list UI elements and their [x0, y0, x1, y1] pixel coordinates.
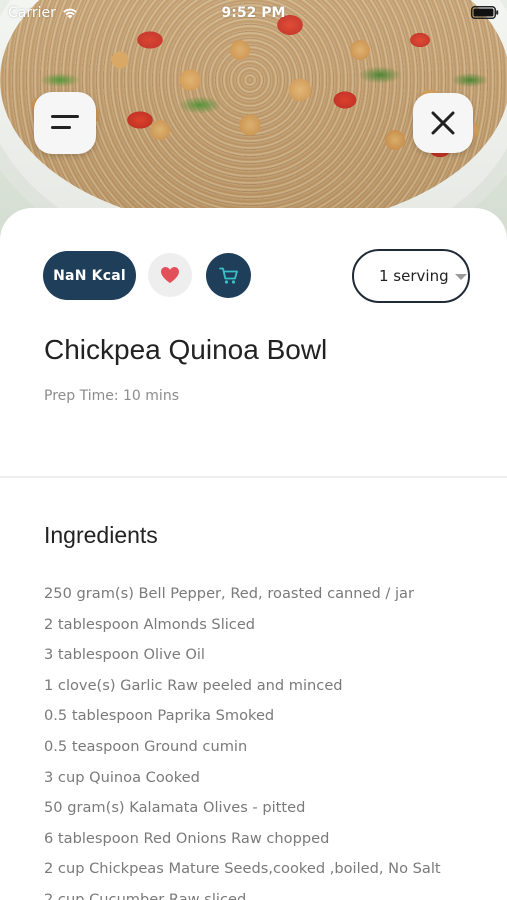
serving-value: 1 serving [379, 267, 449, 285]
ingredient-item: 2 tablespoon Almonds Sliced [44, 615, 256, 633]
ingredient-item: 3 cup Quinoa Cooked [44, 768, 200, 786]
section-divider [0, 476, 507, 478]
cart-icon [218, 267, 238, 284]
chevron-down-icon [454, 274, 467, 280]
recipe-title: Chickpea Quinoa Bowl [44, 334, 328, 365]
ingredient-item: 50 gram(s) Kalamata Olives - pitted [44, 799, 306, 817]
ingredient-item: 250 gram(s) Bell Pepper, Red, roasted ca… [44, 585, 414, 602]
favorite-button[interactable] [148, 253, 192, 297]
close-icon [431, 111, 455, 135]
recipe-detail-card: NaN Kcal 1 serving Chickpea Quinoa Bowl … [0, 208, 507, 900]
prep-time: Prep Time: 10 mins [44, 388, 179, 404]
serving-dropdown[interactable]: 1 serving [352, 249, 470, 303]
status-time: 9:52 PM [221, 5, 286, 21]
heart-icon [161, 267, 179, 283]
ingredient-item: 3 tablespoon Olive Oil [44, 646, 205, 664]
menu-button[interactable] [34, 92, 96, 154]
menu-icon [51, 115, 79, 129]
add-to-cart-button[interactable] [206, 253, 251, 298]
ingredient-item: 1 clove(s) Garlic Raw peeled and minced [44, 676, 343, 694]
ingredient-item: 0.5 teaspoon Ground cumin [44, 737, 248, 755]
close-button[interactable] [413, 93, 473, 153]
ingredient-list: 250 gram(s) Bell Pepper, Red, roasted ca… [44, 584, 494, 900]
battery-icon [471, 6, 499, 19]
ingredients-heading: Ingredients [44, 522, 158, 548]
recipe-screen: Carrier 9:52 PM NaN Kcal 1 serving Chick… [0, 0, 507, 900]
ingredient-item: 6 tablespoon Red Onions Raw chopped [44, 829, 330, 847]
ingredient-item: 2 cup Cucumber Raw sliced [44, 890, 247, 900]
ingredient-item: 0.5 tablespoon Paprika Smoked [44, 707, 275, 725]
calories-badge: NaN Kcal [43, 251, 136, 300]
status-bar: Carrier 9:52 PM [0, 0, 507, 28]
ingredient-item: 2 cup Chickpeas Mature Seeds,cooked ,boi… [44, 860, 441, 878]
